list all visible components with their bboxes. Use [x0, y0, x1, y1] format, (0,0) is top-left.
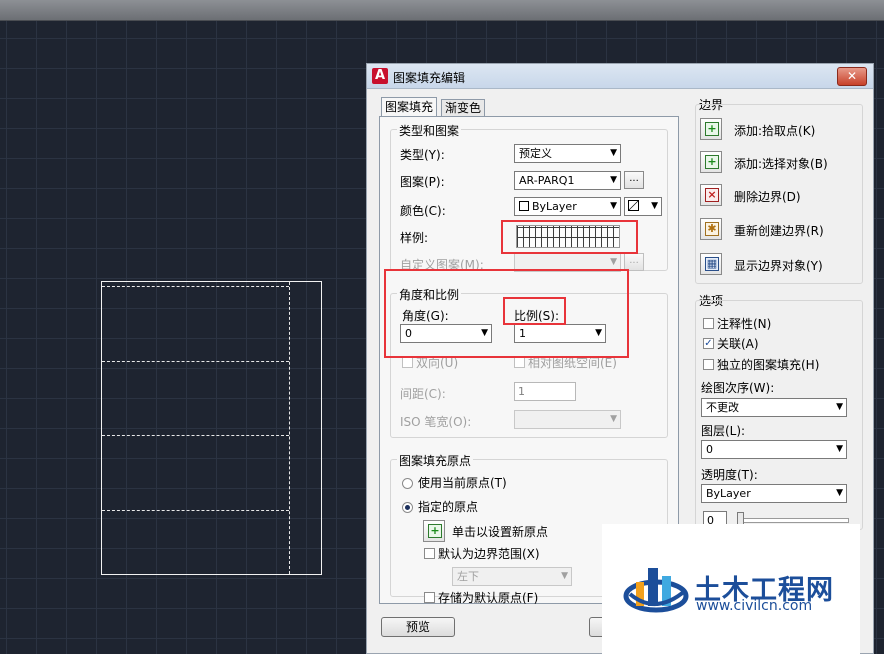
layer-dropdown[interactable]: 0 ▼ [701, 440, 847, 459]
type-dropdown[interactable]: 预定义 ▼ [514, 144, 621, 163]
separate-hatches-checkbox[interactable] [703, 359, 714, 370]
transparency-slider-track[interactable] [737, 518, 849, 523]
chevron-down-icon: ▼ [651, 201, 658, 211]
dialog-titlebar[interactable]: A 图案填充编辑 ✕ [367, 64, 873, 89]
remove-boundary-icon: × [705, 188, 719, 202]
pattern-label: 图案(P): [400, 175, 445, 189]
dialog-title: 图案填充编辑 [393, 71, 466, 85]
use-current-origin-label: 使用当前原点(T) [418, 476, 507, 490]
hatch-line-horizontal [102, 435, 289, 436]
iso-pen-width-label: ISO 笔宽(O): [400, 415, 472, 429]
extent-position-dropdown[interactable]: 左下 ▼ [452, 567, 572, 586]
draw-order-label: 绘图次序(W): [701, 381, 775, 395]
double-checkbox[interactable] [402, 357, 413, 368]
associative-label: 关联(A) [717, 337, 759, 351]
scale-label-highlight [503, 297, 566, 325]
autocad-logo-icon: A [372, 68, 388, 84]
watermark-url: www.civilcn.com [696, 598, 813, 614]
remove-boundaries-button[interactable]: × [700, 184, 722, 206]
chevron-down-icon: ▼ [836, 402, 843, 412]
specified-origin-label: 指定的原点 [418, 500, 479, 514]
civilcn-logo-icon [623, 568, 689, 613]
chevron-down-icon: ▼ [561, 571, 568, 581]
color-label: 颜色(C): [400, 204, 446, 218]
show-boundary-objects-button[interactable]: ▦ [700, 253, 722, 275]
show-boundary-objects-label: 显示边界对象(Y) [734, 259, 823, 273]
add-select-objects-icon: + [705, 155, 719, 169]
specified-origin-radio[interactable] [402, 502, 413, 513]
hatch-line-horizontal [102, 510, 289, 511]
pattern-value: AR-PARQ1 [519, 174, 575, 187]
layer-label: 图层(L): [701, 424, 746, 438]
spacing-input[interactable]: 1 [514, 382, 576, 401]
color-swatch-icon [519, 201, 529, 211]
add-pick-points-icon: + [705, 122, 719, 136]
associative-checkbox[interactable]: ✓ [703, 338, 714, 349]
click-set-origin-label: 单击以设置新原点 [452, 525, 549, 539]
site-watermark: 土木工程网 www.civilcn.com [602, 524, 860, 654]
extent-position-value: 左下 [457, 570, 479, 583]
transparency-value: ByLayer [706, 487, 751, 500]
use-current-origin-radio[interactable] [402, 478, 413, 489]
color-dropdown[interactable]: ByLayer ▼ [514, 197, 621, 216]
type-value: 预定义 [519, 147, 552, 160]
chevron-down-icon: ▼ [836, 444, 843, 454]
pattern-dropdown[interactable]: AR-PARQ1 ▼ [514, 171, 621, 190]
separate-hatches-label: 独立的图案填充(H) [717, 358, 820, 372]
set-origin-button[interactable]: + [423, 520, 445, 542]
top-toolbar-strip [0, 0, 884, 21]
color-value: ByLayer [532, 200, 577, 213]
add-select-objects-button[interactable]: + [700, 151, 722, 173]
recreate-boundary-label: 重新创建边界(R) [734, 224, 824, 238]
add-pick-points-button[interactable]: + [700, 118, 722, 140]
store-default-origin-checkbox[interactable] [424, 592, 435, 603]
pattern-browse-button[interactable]: ... [624, 171, 644, 189]
add-pick-points-label: 添加:拾取点(K) [734, 124, 816, 138]
tab-hatch[interactable]: 图案填充 [381, 97, 438, 117]
hatch-line-horizontal [102, 361, 289, 362]
hatch-line-vertical [289, 282, 290, 574]
chevron-down-icon: ▼ [610, 201, 617, 211]
group-title: 图案填充原点 [397, 452, 474, 469]
tab-gradient[interactable]: 渐变色 [441, 99, 486, 117]
chevron-down-icon: ▼ [836, 488, 843, 498]
draw-order-value: 不更改 [706, 401, 739, 414]
background-color-dropdown[interactable]: ▼ [624, 197, 662, 216]
hatch-line-horizontal [102, 286, 289, 287]
default-extent-label: 默认为边界范围(X) [438, 547, 540, 561]
spacing-label: 间距(C): [400, 387, 446, 401]
recreate-boundary-button[interactable]: ✱ [700, 218, 722, 240]
no-color-swatch-icon [628, 200, 639, 211]
annotative-checkbox[interactable] [703, 318, 714, 329]
remove-boundaries-label: 删除边界(D) [734, 190, 801, 204]
add-select-objects-label: 添加:选择对象(B) [734, 157, 828, 171]
type-label: 类型(Y): [400, 148, 445, 162]
relative-paper-checkbox[interactable] [514, 357, 525, 368]
chevron-down-icon: ▼ [610, 414, 617, 424]
layer-value: 0 [706, 443, 713, 456]
swatch-label: 样例: [400, 231, 429, 245]
group-title: 类型和图案 [397, 122, 462, 139]
default-extent-checkbox[interactable] [424, 548, 435, 559]
transparency-dropdown[interactable]: ByLayer ▼ [701, 484, 847, 503]
recreate-boundary-icon: ✱ [705, 222, 719, 236]
chevron-down-icon: ▼ [610, 175, 617, 185]
hatch-boundary-rectangle[interactable] [101, 281, 322, 575]
draw-order-dropdown[interactable]: 不更改 ▼ [701, 398, 847, 417]
iso-pen-width-dropdown[interactable]: ▼ [514, 410, 621, 429]
chevron-down-icon: ▼ [610, 148, 617, 158]
add-plus-icon: + [428, 524, 442, 538]
preview-button[interactable]: 预览 [381, 617, 455, 637]
annotative-label: 注释性(N) [717, 317, 772, 331]
transparency-label: 透明度(T): [701, 468, 758, 482]
close-button[interactable]: ✕ [837, 67, 867, 86]
store-default-origin-label: 存储为默认原点(F) [438, 591, 539, 605]
show-boundary-icon: ▦ [705, 257, 719, 271]
swatch-highlight [501, 220, 638, 254]
